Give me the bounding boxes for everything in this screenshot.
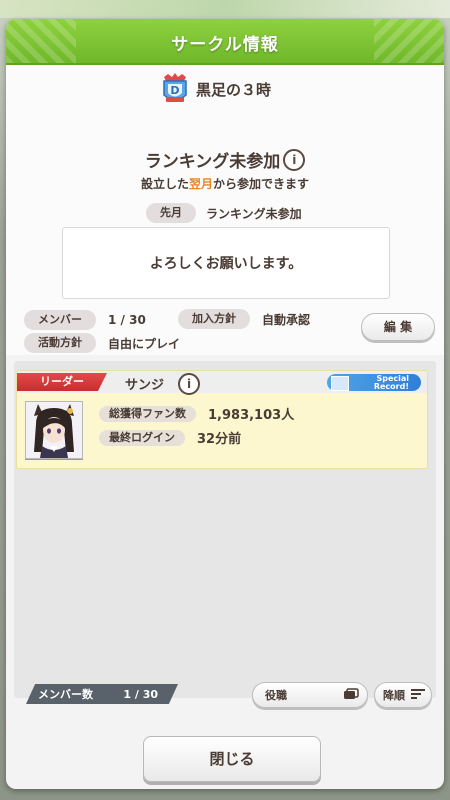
member-name: サンジ	[125, 378, 165, 393]
last-login-row: 最終ログイン 32分前	[99, 428, 241, 447]
sort-order-label: 降順	[383, 689, 405, 702]
special-record-line2: Record!	[373, 382, 409, 391]
descending-sort-icon	[411, 688, 425, 703]
ranking-note-suffix: から参加できます	[213, 177, 310, 191]
dialog-header: サークル情報	[6, 19, 444, 65]
sort-role-label: 役職	[265, 689, 287, 702]
background-top-strip	[0, 0, 450, 18]
special-record-thumbnail-icon	[331, 376, 349, 391]
special-record-badge: Special Record!	[327, 374, 421, 391]
ranking-info-icon[interactable]: i	[283, 148, 306, 171]
last-month-row: 先月 ランキング未参加	[146, 203, 302, 223]
members-label: メンバー	[24, 310, 96, 330]
fans-row: 総獲得ファン数 1,983,103人	[99, 404, 294, 423]
member-count-value: 1 / 30	[123, 687, 158, 701]
circle-info-dialog: サークル情報 D 黒足の３時 ランキング未参加 i 設立した翌月から参加できます …	[6, 19, 444, 789]
sort-order-button[interactable]: 降順	[374, 682, 432, 708]
member-count-label: メンバー数	[38, 688, 93, 701]
member-avatar[interactable]	[25, 401, 83, 459]
fans-label: 総獲得ファン数	[99, 405, 196, 422]
circle-name: 黒足の３時	[196, 80, 272, 99]
ranking-note: 設立した翌月から参加できます	[6, 175, 444, 192]
member-role-badge: リーダー	[17, 373, 107, 391]
circle-name-row: D 黒足の３時	[160, 72, 271, 106]
member-info-icon[interactable]: i	[178, 373, 200, 395]
member-card-header: リーダー サンジ i Special Record!	[17, 371, 427, 395]
activity-policy-value: 自由にプレイ	[108, 336, 181, 351]
circle-comment: よろしくお願いします。	[62, 227, 390, 299]
last-month-label: 先月	[146, 203, 196, 223]
activity-policy-row: 活動方針 自由にプレイ	[24, 333, 180, 353]
members-value: 1 / 30	[108, 313, 146, 327]
member-card[interactable]: リーダー サンジ i Special Record! 総獲得ファン数 1,983…	[16, 370, 428, 469]
join-policy-row: 加入方針 自動承認	[178, 309, 310, 329]
last-login-value: 32分前	[197, 432, 242, 447]
join-policy-label: 加入方針	[178, 309, 250, 329]
ranking-status-row: ランキング未参加 i	[6, 147, 444, 172]
sort-role-button[interactable]: 役職	[252, 682, 368, 708]
fans-value: 1,983,103人	[208, 408, 295, 423]
emblem-letter: D	[170, 84, 179, 97]
ranking-note-highlight: 翌月	[188, 177, 213, 191]
ranking-note-prefix: 設立した	[140, 177, 189, 191]
last-login-label: 最終ログイン	[99, 429, 185, 446]
dialog-title: サークル情報	[171, 35, 279, 55]
last-month-value: ランキング未参加	[206, 206, 302, 221]
close-button[interactable]: 閉じる	[143, 736, 321, 782]
ranking-status: ランキング未参加	[144, 152, 281, 172]
card-sort-icon	[343, 687, 359, 703]
circle-rank-emblem-icon: D	[160, 73, 190, 105]
members-row: メンバー 1 / 30	[24, 310, 146, 330]
member-count-bar: メンバー数 1 / 30	[26, 684, 178, 704]
join-policy-value: 自動承認	[262, 312, 311, 327]
edit-button[interactable]: 編 集	[361, 313, 435, 341]
activity-policy-label: 活動方針	[24, 333, 96, 353]
